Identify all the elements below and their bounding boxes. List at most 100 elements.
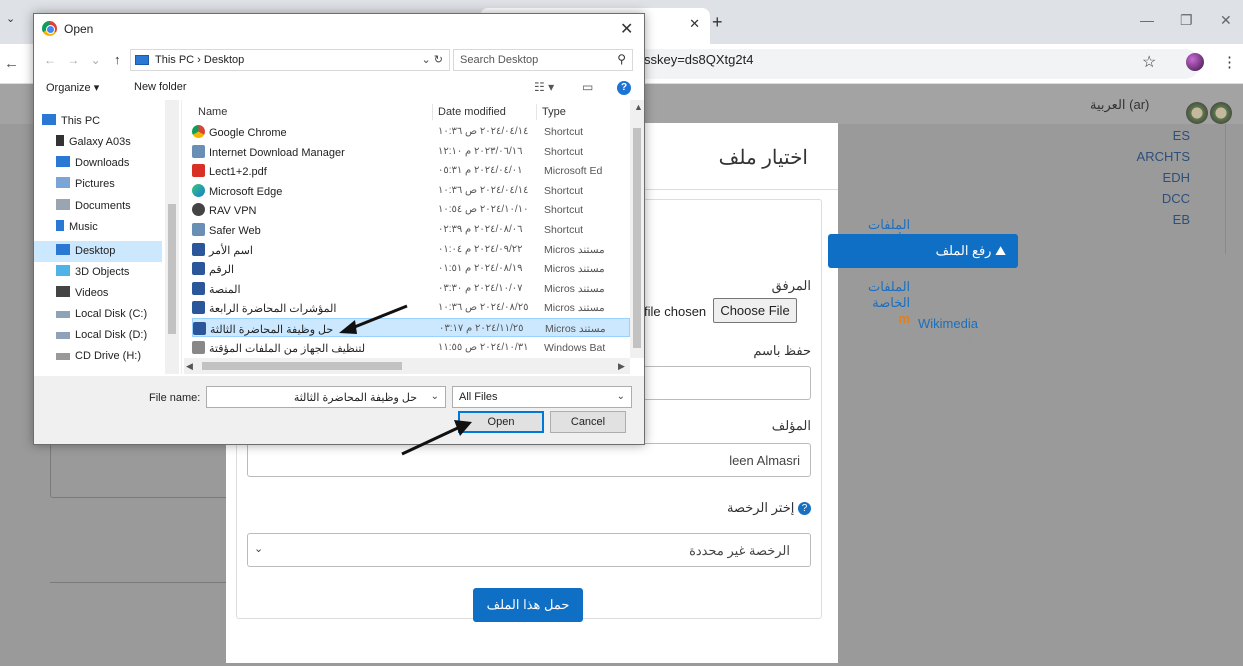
file-name-text: اسم الأمر <box>209 244 253 257</box>
nav-item-videos[interactable]: Videos <box>56 283 108 304</box>
new-tab-button[interactable]: + <box>712 12 723 33</box>
file-name-input[interactable]: حل وظيفة المحاضرة الثالثة ⌄ <box>206 386 446 408</box>
nav-item-label: CD Drive (H:) <box>75 350 141 362</box>
column-separator[interactable] <box>536 104 537 120</box>
scroll-left-icon[interactable]: ◀ <box>186 361 193 372</box>
nav-item-desktop[interactable]: Desktop <box>56 241 115 262</box>
author-value: leen Almasri <box>729 453 800 468</box>
language-menu[interactable]: العربية (ar) <box>1090 97 1149 113</box>
file-row[interactable]: اسم الأمر ٢٠٢٤/٠٩/٢٢ م ٠١:٠٤ Micros مستند <box>192 240 630 259</box>
file-type-icon <box>192 164 205 178</box>
repo-label: Wikimedia <box>918 316 978 331</box>
breadcrumb[interactable]: This PC › Desktop ⌄ ↻ <box>130 49 450 71</box>
file-name-cell: Safer Web <box>192 223 426 237</box>
nav-item-cd-drive[interactable]: CD Drive (H:) <box>56 346 141 367</box>
nav-item-downloads[interactable]: Downloads <box>56 153 129 174</box>
file-row[interactable]: الرقم ٢٠٢٤/٠٨/١٩ م ٠١:٥١ Micros مستند <box>192 259 630 278</box>
file-name-text: RAV VPN <box>209 205 257 218</box>
open-file-dialog: Open ✕ ← → ⌄ ↑ This PC › Desktop ⌄ ↻ Sea… <box>33 13 645 445</box>
column-header-type[interactable]: Type <box>542 106 566 118</box>
file-row[interactable]: Lect1+2.pdf ٢٠٢٤/٠٤/٠١ م ٠٥:٣١ Microsoft E… <box>192 161 630 180</box>
file-date-cell: ٢٠٢٤/٠٤/١٤ ص ١٠:٣٦ <box>438 184 529 196</box>
repo-private-files[interactable]: الملفات الخاصة m <box>868 279 910 326</box>
nav-item-3d-objects[interactable]: 3D Objects <box>56 262 129 283</box>
file-name-text: الرقم <box>209 264 235 277</box>
course-item[interactable]: EB <box>1110 212 1190 233</box>
file-name-text: حل وظيفة المحاضرة الثالثة <box>210 324 334 336</box>
breadcrumb-path[interactable]: This PC › Desktop <box>155 54 244 66</box>
help-icon[interactable]: ? <box>798 502 811 516</box>
cancel-button[interactable]: Cancel <box>550 411 626 433</box>
file-name-cell: Google Chrome <box>192 125 426 139</box>
author-input[interactable]: leen Almasri <box>247 443 811 477</box>
save-as-label: حفظ باسم <box>753 343 811 358</box>
repo-wikimedia[interactable]: Wikimedia ◍ <box>918 316 978 347</box>
file-row[interactable]: Internet Download Manager ٢٠٢٣/٠٦/١٦ م ١٢… <box>192 142 630 161</box>
scroll-up-icon[interactable]: ▲ <box>634 102 643 112</box>
search-input[interactable]: Search Desktop ⚲ <box>453 49 633 71</box>
dialog-command-bar: Organize ▾ New folder ☷ ▾ ▭ ? <box>34 76 644 100</box>
file-list-vscroll-thumb[interactable] <box>633 128 641 348</box>
file-type-select[interactable]: All Files ⌄ <box>452 386 632 408</box>
bookmark-star-icon[interactable]: ☆ <box>1142 52 1156 72</box>
view-options-icon[interactable]: ☷ ▾ <box>534 80 554 94</box>
file-row[interactable]: Safer Web ٢٠٢٤/٠٨/٠٦ م ٠٢:٣٩ Shortcut <box>192 220 630 239</box>
profile-avatar[interactable] <box>1186 53 1204 71</box>
column-header-name[interactable]: Name <box>198 106 227 118</box>
file-date-cell: ٢٠٢٤/٠٩/٢٢ م ٠١:٠٤ <box>438 243 523 255</box>
help-icon[interactable]: ? <box>617 81 631 95</box>
file-type-cell: Shortcut <box>544 126 584 138</box>
back-forward-icon[interactable]: ← → ⌄ <box>44 53 105 67</box>
restore-icon[interactable]: ❐ <box>1180 12 1193 29</box>
file-row[interactable]: Microsoft Edge ٢٠٢٤/٠٤/١٤ ص ١٠:٣٦ Shortcut <box>192 181 630 200</box>
file-type-cell: Shortcut <box>544 145 584 158</box>
file-name-cell: لتنظيف الجهاز من الملفات المؤقتة <box>192 340 426 355</box>
back-icon[interactable]: ← <box>4 55 19 72</box>
repo-upload-file[interactable]: رفع الملف ⛰ <box>828 234 1018 268</box>
tab-close-icon[interactable]: ✕ <box>689 16 700 32</box>
chevron-down-icon[interactable]: ⌄ <box>431 391 439 402</box>
minimize-icon[interactable]: — <box>1140 12 1154 28</box>
course-item[interactable]: ES <box>1110 128 1190 149</box>
chevron-down-icon: ⌄ <box>616 391 625 402</box>
file-list-hscroll-thumb[interactable] <box>202 362 402 370</box>
license-value: الرخصة غير محددة <box>689 543 790 558</box>
column-separator[interactable] <box>432 104 433 120</box>
nav-item-this-pc[interactable]: This PC <box>42 111 100 132</box>
preview-pane-icon[interactable]: ▭ <box>582 80 593 94</box>
file-name-cell: RAV VPN <box>192 203 426 217</box>
file-name-cell: Microsoft Edge <box>192 183 426 198</box>
course-item[interactable]: DCC <box>1110 191 1190 212</box>
column-header-date[interactable]: Date modified <box>438 106 506 118</box>
nav-item-local-disk-c[interactable]: Local Disk (C:) <box>56 304 147 325</box>
course-item[interactable]: ARCHTS <box>1110 149 1190 170</box>
nav-item-music[interactable]: Music <box>56 217 98 238</box>
file-name-cell: Internet Download Manager <box>192 144 426 159</box>
nav-item-local-disk-d[interactable]: Local Disk (D:) <box>56 325 147 346</box>
menu-kebab-icon[interactable]: ⋮ <box>1222 53 1237 71</box>
scroll-right-icon[interactable]: ▶ <box>618 361 625 372</box>
license-select[interactable]: ⌄ الرخصة غير محددة <box>247 533 811 567</box>
nav-item-documents[interactable]: Documents <box>56 196 131 217</box>
up-arrow-icon[interactable]: ↑ <box>114 52 121 67</box>
choose-file-button[interactable]: Choose File <box>713 298 797 323</box>
file-row[interactable]: Google Chrome ٢٠٢٤/٠٤/١٤ ص ١٠:٣٦ Shortcut <box>192 122 630 141</box>
file-row[interactable]: لتنظيف الجهاز من الملفات المؤقتة ٢٠٢٤/١٠/… <box>192 338 630 357</box>
course-item[interactable]: EDH <box>1110 170 1190 191</box>
refresh-icon[interactable]: ⌄ ↻ <box>422 53 444 66</box>
window-close-icon[interactable]: ✕ <box>1220 12 1232 29</box>
nav-item-pictures[interactable]: Pictures <box>56 174 115 195</box>
file-type-cell: Microsoft Ed <box>544 165 603 178</box>
organize-button[interactable]: Organize ▾ <box>46 81 99 94</box>
upload-file-button[interactable]: حمل هذا الملف <box>473 588 583 622</box>
repo-label: رفع الملف <box>935 243 992 258</box>
file-row[interactable]: المنصة ٢٠٢٤/١٠/٠٧ م ٠٣:٣٠ Micros مستند <box>192 279 630 298</box>
nav-scroll-thumb[interactable] <box>168 204 176 334</box>
file-row[interactable]: RAV VPN ٢٠٢٤/١٠/١٠ ص ١٠:٥٤ Shortcut <box>192 200 630 219</box>
wikimedia-icon: ◍ <box>966 331 978 346</box>
close-icon[interactable]: ✕ <box>620 19 633 39</box>
nav-item-galaxy[interactable]: Galaxy A03s <box>56 132 131 153</box>
file-name-cell: المنصة <box>192 281 426 296</box>
tab-search-icon[interactable]: ⌄ <box>6 12 15 25</box>
new-folder-button[interactable]: New folder <box>134 81 187 93</box>
